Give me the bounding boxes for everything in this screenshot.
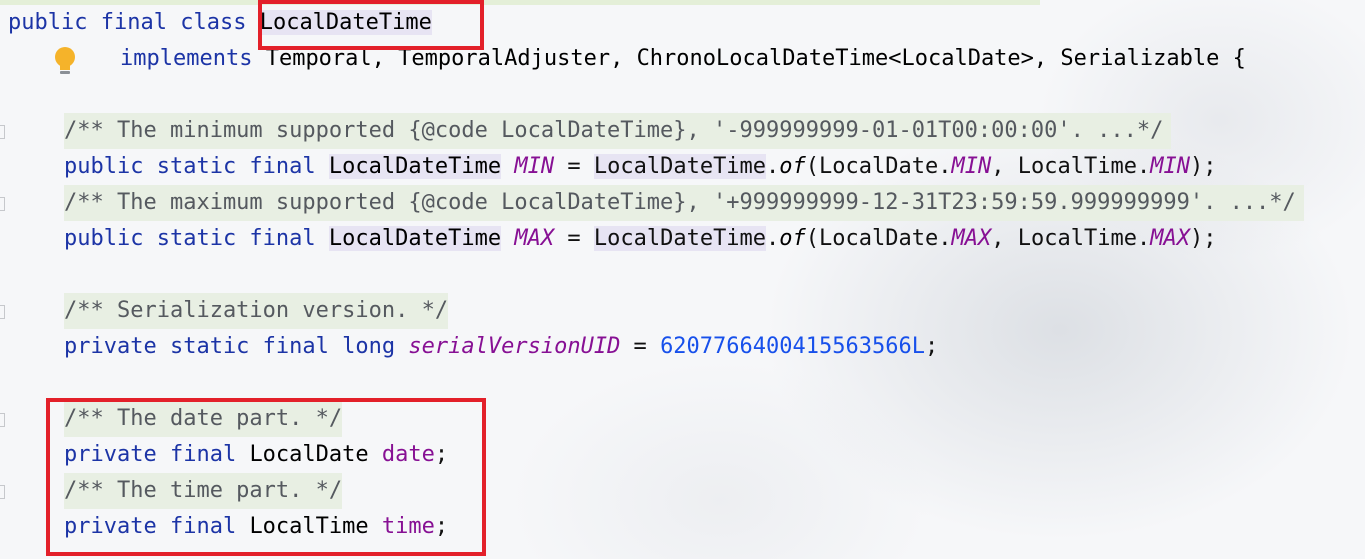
call-class: LocalDateTime bbox=[593, 154, 767, 179]
code-editor[interactable]: public final class LocalDateTime impleme… bbox=[0, 0, 1365, 559]
type-name: LocalTime bbox=[249, 514, 369, 539]
number-literal: 6207766400415563566L bbox=[660, 334, 925, 359]
serial-field-line[interactable]: private static final long serialVersionU… bbox=[64, 329, 938, 365]
modifiers: private final bbox=[64, 514, 237, 539]
lightbulb-icon[interactable] bbox=[52, 46, 78, 78]
date-field-line[interactable]: private final LocalDate date; bbox=[64, 437, 448, 473]
statement-end: ; bbox=[434, 442, 449, 467]
field-name-min: MIN bbox=[514, 154, 555, 179]
max-field-line[interactable]: public static final LocalDateTime MAX = … bbox=[64, 221, 1216, 257]
method-of: of bbox=[779, 154, 806, 179]
modifiers: private static final long bbox=[64, 334, 396, 359]
arg-field: MIN bbox=[951, 154, 992, 179]
class-declaration-line[interactable]: public final class LocalDateTime bbox=[8, 5, 432, 41]
keyword-implements: implements bbox=[120, 46, 253, 71]
arg-class: LocalTime bbox=[1017, 154, 1137, 179]
fold-marker[interactable] bbox=[0, 197, 5, 211]
min-field-line[interactable]: public static final LocalDateTime MIN = … bbox=[64, 149, 1216, 185]
field-name-max: MAX bbox=[514, 226, 555, 251]
arg-field: MAX bbox=[1150, 226, 1190, 251]
modifiers: public static final bbox=[64, 154, 316, 179]
class-name[interactable]: LocalDateTime bbox=[259, 10, 432, 35]
fold-marker[interactable] bbox=[0, 305, 5, 319]
type-name: LocalDateTime bbox=[328, 226, 502, 251]
fold-marker[interactable] bbox=[0, 413, 5, 427]
statement-end: ; bbox=[924, 334, 939, 359]
doc-comment-time[interactable]: /** The time part. */ bbox=[64, 473, 343, 509]
field-name-date: date bbox=[381, 442, 435, 467]
arg-field: MIN bbox=[1150, 154, 1190, 179]
type-name: LocalDateTime bbox=[328, 154, 502, 179]
method-of: of bbox=[779, 226, 806, 251]
dot: . bbox=[766, 154, 780, 179]
arg-class: LocalDate bbox=[819, 154, 939, 179]
arg-class: LocalTime bbox=[1017, 226, 1137, 251]
modifiers: public static final bbox=[64, 226, 316, 251]
modifiers: private final bbox=[64, 442, 237, 467]
doc-comment-min[interactable]: /** The minimum supported {@code LocalDa… bbox=[64, 113, 1172, 149]
fold-marker[interactable] bbox=[0, 485, 5, 499]
doc-comment-max[interactable]: /** The maximum supported {@code LocalDa… bbox=[64, 185, 1304, 221]
time-field-line[interactable]: private final LocalTime time; bbox=[64, 509, 448, 545]
field-name-serial: serialVersionUID bbox=[408, 334, 621, 359]
arg-class: LocalDate bbox=[819, 226, 939, 251]
operator: = bbox=[554, 154, 594, 179]
operator: = bbox=[554, 226, 594, 251]
type-name: LocalDate bbox=[249, 442, 369, 467]
statement-end: ; bbox=[434, 514, 449, 539]
fold-marker[interactable] bbox=[0, 125, 5, 139]
keyword-final: final bbox=[100, 10, 167, 35]
keyword-public: public bbox=[8, 10, 88, 35]
field-name-time: time bbox=[381, 514, 435, 539]
arg-field: MAX bbox=[951, 226, 992, 251]
dot: . bbox=[766, 226, 780, 251]
keyword-class: class bbox=[180, 10, 247, 35]
call-class: LocalDateTime bbox=[593, 226, 767, 251]
doc-comment-serial[interactable]: /** Serialization version. */ bbox=[64, 293, 449, 329]
statement-end: ); bbox=[1189, 226, 1217, 251]
operator: = bbox=[620, 334, 661, 359]
implements-line[interactable]: implements Temporal, TemporalAdjuster, C… bbox=[120, 41, 1246, 77]
statement-end: ); bbox=[1189, 154, 1217, 179]
implemented-interfaces: Temporal, TemporalAdjuster, ChronoLocalD… bbox=[265, 46, 1246, 71]
doc-comment-date[interactable]: /** The date part. */ bbox=[64, 401, 343, 437]
